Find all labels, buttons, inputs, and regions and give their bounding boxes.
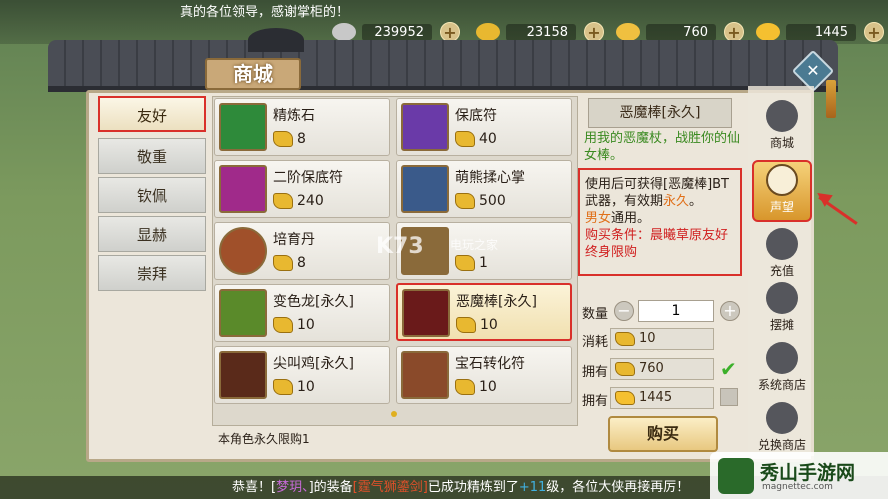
- gift-ingot-icon: [455, 131, 475, 147]
- own-yuanbao-value: 1445: [610, 387, 714, 409]
- stall-icon: [766, 282, 798, 314]
- nav-recharge[interactable]: 充值: [752, 226, 812, 288]
- gem-icon: [219, 103, 267, 151]
- shop-item[interactable]: 保底符 40: [396, 98, 572, 156]
- shop-item[interactable]: 变色龙[永久] 10: [214, 284, 390, 342]
- shop-item-selected[interactable]: 恶魔棒[永久] 10: [396, 283, 572, 341]
- gift-ingot-icon: [615, 332, 635, 346]
- gift-ingot-icon: [455, 379, 475, 395]
- chameleon-icon: [219, 289, 267, 337]
- yuanbao-icon: [615, 391, 635, 405]
- reputation-icon: [766, 164, 798, 196]
- detail-description: 使用后可获得[恶魔棒]BT武器，有效期永久。 男女通用。 购买条件：晨曦草原友好…: [578, 168, 742, 276]
- own-label: 拥有: [582, 394, 609, 409]
- house-icon: [766, 342, 798, 374]
- cost-value: 10: [610, 328, 714, 350]
- purchase-limit-note: 本角色永久限购1: [218, 432, 310, 446]
- currency-select-checkbox[interactable]: [720, 388, 738, 406]
- add-silver-button[interactable]: +: [440, 22, 460, 42]
- close-icon: ✕: [806, 61, 820, 80]
- nav-shop[interactable]: 商城: [752, 98, 812, 160]
- overlay-logo-sub: 电玩之家: [450, 238, 499, 252]
- buy-button[interactable]: 购买: [608, 416, 718, 452]
- shop-item[interactable]: 尖叫鸡[永久] 10: [214, 346, 390, 404]
- page-indicator: [391, 411, 397, 417]
- nav-reputation[interactable]: 声望: [752, 160, 812, 222]
- yuanbao-icon: [756, 23, 780, 41]
- watermark-logo-icon: [718, 458, 754, 494]
- cost-label: 消耗: [582, 335, 609, 350]
- quantity-decrease-button[interactable]: −: [614, 301, 634, 321]
- overlay-logo: K73: [376, 234, 424, 259]
- quantity-label: 数量: [582, 307, 609, 322]
- add-gift-ingot-button[interactable]: +: [724, 22, 744, 42]
- gift-ingot-icon: [616, 23, 640, 41]
- gift-ingot-icon: [273, 131, 293, 147]
- gift-ingot-icon: [615, 362, 635, 376]
- scroll-icon: [401, 351, 449, 399]
- own-gift-ingot-value: 760: [610, 358, 714, 380]
- site-watermark: 秀山手游网 magnettec.com: [710, 452, 888, 499]
- gift-ingot-icon: [273, 255, 293, 271]
- shop-item[interactable]: 精炼石 8: [214, 98, 390, 156]
- devil-wand-icon: [402, 289, 450, 337]
- own-label: 拥有: [582, 365, 609, 380]
- roof-ornament: [248, 28, 304, 52]
- talisman-icon: [219, 165, 267, 213]
- shop-roof: [48, 40, 838, 92]
- gift-ingot-icon: [273, 379, 293, 395]
- category-tab-eminent[interactable]: 显赫: [98, 216, 206, 252]
- bag-icon: [766, 100, 798, 132]
- add-gold-button[interactable]: +: [584, 22, 604, 42]
- silver-coin-icon: [332, 23, 356, 41]
- gift-ingot-icon: [273, 193, 293, 209]
- quantity-input[interactable]: [638, 300, 714, 322]
- pill-icon: [219, 227, 267, 275]
- tassel-decoration: [826, 80, 836, 118]
- gift-ingot-icon: [273, 317, 293, 333]
- gold-ingot-icon: [476, 23, 500, 41]
- book-icon: [401, 165, 449, 213]
- shop-item[interactable]: 宝石转化符 10: [396, 346, 572, 404]
- detail-title: 恶魔棒[永久]: [588, 98, 732, 128]
- gift-ingot-icon: [455, 193, 475, 209]
- cloud-icon: [766, 228, 798, 260]
- nav-stall[interactable]: 摆摊: [752, 280, 812, 342]
- talisman-icon: [401, 103, 449, 151]
- nav-system-store[interactable]: 系统商店: [752, 340, 812, 402]
- currency-select-checkbox-checked[interactable]: ✔: [720, 359, 740, 379]
- category-tab-worship[interactable]: 崇拜: [98, 255, 206, 291]
- gift-ingot-icon: [456, 317, 476, 333]
- category-tab-friendly[interactable]: 友好: [98, 96, 206, 132]
- rubber-chicken-icon: [219, 351, 267, 399]
- gift-ingot-icon: [455, 255, 475, 271]
- category-tab-respected[interactable]: 敬重: [98, 138, 206, 174]
- detail-flavor-text: 用我的恶魔杖，战胜你的仙女棒。: [584, 131, 741, 163]
- shop-item[interactable]: 培育丹 8: [214, 222, 390, 280]
- shop-item[interactable]: 萌熊揉心掌 500: [396, 160, 572, 218]
- add-yuanbao-button[interactable]: +: [864, 22, 884, 42]
- quantity-increase-button[interactable]: +: [720, 301, 740, 321]
- shop-title: 商城: [205, 58, 301, 90]
- exchange-icon: [766, 402, 798, 434]
- shop-item[interactable]: 二阶保底符 240: [214, 160, 390, 218]
- category-tab-admired[interactable]: 钦佩: [98, 177, 206, 213]
